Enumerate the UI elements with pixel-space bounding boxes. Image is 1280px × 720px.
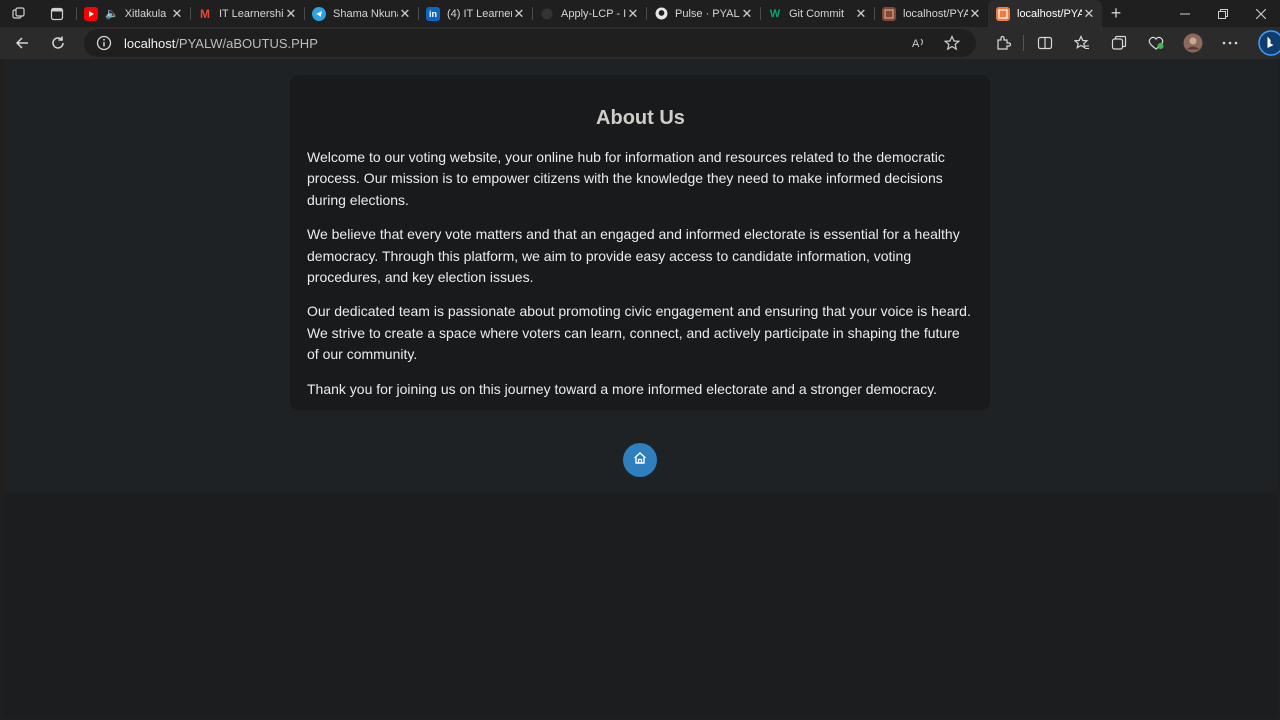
tab-gmail[interactable]: M IT Learnership ✕ bbox=[190, 0, 304, 27]
close-icon[interactable]: ✕ bbox=[1082, 6, 1096, 22]
close-icon[interactable]: ✕ bbox=[398, 6, 412, 22]
close-icon[interactable]: ✕ bbox=[740, 6, 754, 22]
browser-essentials-icon[interactable] bbox=[1137, 28, 1174, 58]
more-options-icon[interactable] bbox=[1211, 28, 1248, 58]
home-icon bbox=[633, 451, 647, 470]
w3schools-icon: W bbox=[769, 7, 781, 20]
address-bar[interactable]: localhost/PYALW/aBOUTUS.PHP A bbox=[84, 29, 976, 57]
github-icon bbox=[654, 7, 668, 21]
extensions-icon[interactable] bbox=[984, 28, 1021, 58]
about-paragraph-4: Thank you for joining us on this journey… bbox=[307, 380, 938, 397]
collections-icon[interactable] bbox=[1100, 28, 1137, 58]
close-icon[interactable]: ✕ bbox=[968, 6, 982, 22]
close-icon[interactable]: ✕ bbox=[512, 6, 526, 22]
tab-title: IT Learnership bbox=[219, 7, 284, 20]
vertical-tabs-icon[interactable] bbox=[38, 0, 76, 27]
tab-github-apply[interactable]: Apply-LCP - I ✕ bbox=[532, 0, 646, 27]
svg-text:A: A bbox=[912, 38, 920, 50]
close-icon[interactable]: ✕ bbox=[626, 6, 640, 22]
workspaces-icon[interactable] bbox=[0, 0, 38, 27]
gmail-icon: M bbox=[200, 6, 210, 21]
tab-list: 🔈 Xitlakula ✕ M IT Learnership ✕ Shama N… bbox=[76, 0, 1130, 27]
profile-avatar[interactable] bbox=[1174, 28, 1211, 58]
tab-linkedin[interactable]: in (4) IT Learner ✕ bbox=[418, 0, 532, 27]
linkedin-icon: in bbox=[426, 6, 440, 21]
about-paragraph-1: Welcome to our voting website, your onli… bbox=[307, 149, 945, 208]
favorites-icon[interactable] bbox=[1063, 28, 1100, 58]
read-aloud-icon[interactable]: A bbox=[904, 36, 936, 50]
tab-w3schools[interactable]: W Git Commit ✕ bbox=[760, 0, 874, 27]
tab-title: Apply-LCP - I bbox=[561, 7, 626, 20]
tab-github-pulse[interactable]: Pulse · PYAL-\ ✕ bbox=[646, 0, 760, 27]
tab-strip: 🔈 Xitlakula ✕ M IT Learnership ✕ Shama N… bbox=[0, 0, 1280, 27]
back-icon[interactable] bbox=[4, 28, 40, 58]
tab-title: (4) IT Learner bbox=[447, 7, 512, 20]
new-tab-button[interactable]: + bbox=[1102, 0, 1130, 27]
favorite-star-icon[interactable] bbox=[936, 35, 968, 51]
close-icon[interactable]: ✕ bbox=[284, 6, 298, 22]
browser-toolbar: localhost/PYALW/aBOUTUS.PHP A bbox=[0, 27, 1280, 59]
close-window-icon[interactable] bbox=[1242, 0, 1280, 27]
tab-title: localhost/PYA bbox=[1017, 7, 1082, 20]
about-paragraph-2: We believe that every vote matters and t… bbox=[307, 226, 960, 286]
divider bbox=[1023, 35, 1024, 51]
window-controls bbox=[1166, 0, 1280, 27]
github-icon bbox=[540, 7, 554, 21]
url-host: localhost bbox=[124, 35, 176, 51]
site-info-icon[interactable] bbox=[96, 35, 112, 51]
page-title: About Us bbox=[596, 107, 685, 129]
home-button[interactable] bbox=[623, 443, 657, 477]
tab-localhost[interactable]: localhost/PYA ✕ bbox=[874, 0, 988, 27]
page-viewport: About Us Welcome to our voting website, … bbox=[4, 59, 1277, 717]
tab-localhost-active[interactable]: localhost/PYA ✕ bbox=[988, 0, 1102, 27]
restore-icon[interactable] bbox=[1204, 0, 1242, 27]
split-screen-icon[interactable] bbox=[1026, 28, 1063, 58]
tab-title: localhost/PYA bbox=[903, 7, 968, 20]
close-icon[interactable]: ✕ bbox=[170, 6, 184, 22]
url-path: /PYALW/aBOUTUS.PHP bbox=[175, 35, 318, 51]
toolbar-right bbox=[984, 27, 1280, 59]
about-us-card: About Us Welcome to our voting website, … bbox=[290, 75, 990, 410]
url-text[interactable]: localhost/PYALW/aBOUTUS.PHP bbox=[124, 36, 318, 51]
localhost-icon bbox=[882, 6, 896, 21]
tab-title: Pulse · PYAL-\ bbox=[675, 7, 740, 20]
tab-telegram[interactable]: Shama Nkuna ✕ bbox=[304, 0, 418, 27]
minimize-icon[interactable] bbox=[1166, 0, 1204, 27]
copilot-icon[interactable] bbox=[1252, 28, 1280, 58]
tab-title: Shama Nkuna bbox=[333, 7, 398, 20]
about-paragraph-3: Our dedicated team is passionate about p… bbox=[307, 303, 971, 363]
localhost-icon bbox=[996, 6, 1010, 21]
refresh-icon[interactable] bbox=[40, 28, 76, 58]
tab-youtube[interactable]: 🔈 Xitlakula ✕ bbox=[76, 0, 190, 27]
close-icon[interactable]: ✕ bbox=[854, 6, 868, 22]
youtube-icon bbox=[84, 6, 98, 21]
tab-title: Xitlakula bbox=[124, 7, 167, 20]
telegram-icon bbox=[312, 6, 326, 21]
tab-title: Git Commit bbox=[789, 7, 844, 20]
speaker-icon[interactable]: 🔈 bbox=[105, 7, 119, 20]
